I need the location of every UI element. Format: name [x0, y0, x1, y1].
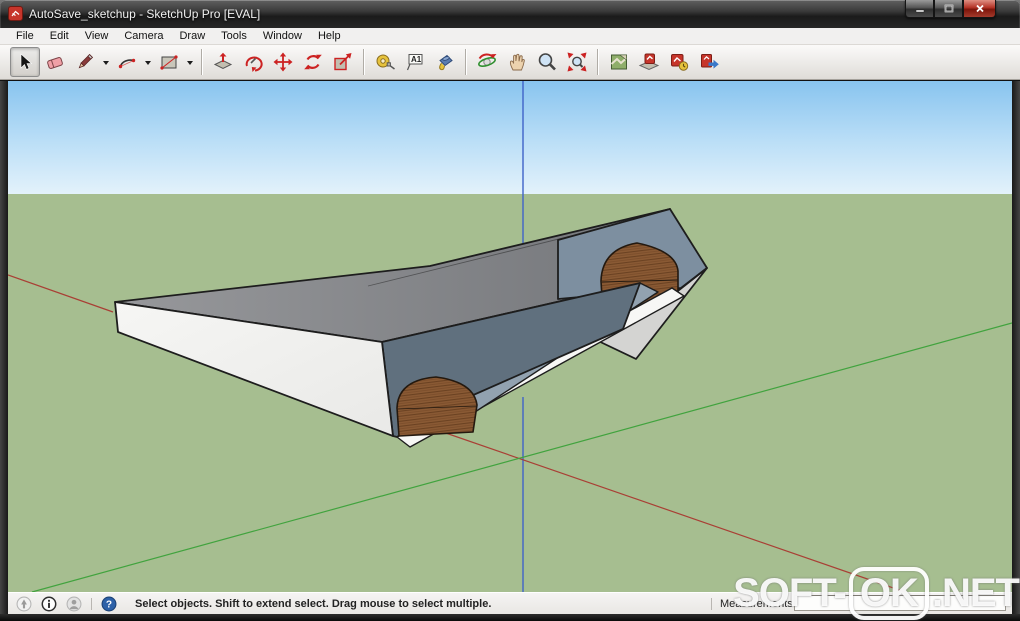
pencil-icon	[74, 51, 96, 73]
close-icon	[975, 4, 985, 13]
status-message: Select objects. Shift to extend select. …	[135, 598, 491, 610]
eraser-tool-button[interactable]	[40, 47, 70, 77]
share-model-icon	[698, 51, 720, 73]
geolocation-icon[interactable]	[16, 596, 32, 612]
status-icon-separator	[91, 598, 92, 610]
text-tool-glyph: A1	[411, 55, 422, 64]
minimize-button[interactable]	[905, 0, 934, 18]
maximize-icon	[944, 4, 954, 13]
get-current-view-button[interactable]	[604, 47, 634, 77]
follow-me-tool-button[interactable]	[238, 47, 268, 77]
scale-icon	[332, 51, 354, 73]
rotate-icon	[302, 51, 324, 73]
arc-icon	[116, 51, 138, 73]
menu-bar: File Edit View Camera Draw Tools Window …	[0, 28, 1020, 45]
menu-file[interactable]: File	[8, 30, 42, 42]
tape-measure-tool-button[interactable]	[370, 47, 400, 77]
title-bar[interactable]: AutoSave_sketchup - SketchUp Pro [EVAL]	[0, 0, 1020, 28]
select-cursor-icon	[14, 51, 36, 73]
rectangle-tool-button[interactable]	[154, 47, 184, 77]
minimize-icon	[915, 4, 925, 13]
window-frame-bottom	[0, 614, 1020, 621]
menu-help[interactable]: Help	[310, 30, 349, 42]
sketchup-logo-icon	[8, 6, 23, 21]
measurements-label: Measurements	[720, 598, 793, 610]
zoom-extents-tool-button[interactable]	[562, 47, 592, 77]
toggle-terrain-button[interactable]	[634, 47, 664, 77]
pan-tool-button[interactable]	[502, 47, 532, 77]
status-icons: ?	[8, 596, 117, 612]
help-icon[interactable]: ?	[101, 596, 117, 612]
credit-attribution-icon[interactable]	[66, 596, 82, 612]
zoom-extents-icon	[566, 51, 588, 73]
menu-window[interactable]: Window	[255, 30, 310, 42]
text-icon: A1	[404, 51, 426, 73]
status-bar: ? Select objects. Shift to extend select…	[8, 592, 1012, 614]
measurements-separator	[711, 598, 712, 610]
line-tool-dropdown[interactable]	[100, 47, 112, 77]
menu-edit[interactable]: Edit	[42, 30, 77, 42]
tape-measure-icon	[374, 51, 396, 73]
close-button[interactable]	[963, 0, 996, 18]
window-frame-left	[0, 81, 8, 614]
scale-tool-button[interactable]	[328, 47, 358, 77]
zoom-tool-button[interactable]	[532, 47, 562, 77]
paint-bucket-icon	[434, 51, 456, 73]
menu-draw[interactable]: Draw	[171, 30, 213, 42]
help-glyph: ?	[106, 599, 112, 610]
viewport-3d[interactable]	[8, 81, 1012, 592]
push-pull-tool-button[interactable]	[208, 47, 238, 77]
push-pull-icon	[212, 51, 234, 73]
window-controls	[905, 0, 996, 18]
arc-tool-dropdown[interactable]	[142, 47, 154, 77]
rotate-tool-button[interactable]	[298, 47, 328, 77]
menu-tools[interactable]: Tools	[213, 30, 255, 42]
arc-tool-button[interactable]	[112, 47, 142, 77]
eraser-icon	[44, 51, 66, 73]
toolbar-separator	[597, 49, 599, 75]
menu-camera[interactable]: Camera	[116, 30, 171, 42]
get-current-view-icon	[608, 51, 630, 73]
sketchup-window: AutoSave_sketchup - SketchUp Pro [EVAL] …	[0, 0, 1020, 621]
rectangle-tool-dropdown[interactable]	[184, 47, 196, 77]
select-tool-button[interactable]	[10, 47, 40, 77]
measurements-input[interactable]	[794, 595, 1006, 611]
orbit-tool-button[interactable]	[472, 47, 502, 77]
toolbar-separator	[363, 49, 365, 75]
move-tool-button[interactable]	[268, 47, 298, 77]
toolbar-separator	[201, 49, 203, 75]
toggle-terrain-icon	[638, 51, 660, 73]
text-tool-button[interactable]: A1	[400, 47, 430, 77]
paint-bucket-tool-button[interactable]	[430, 47, 460, 77]
photo-textures-icon	[668, 51, 690, 73]
window-frame-right	[1012, 81, 1020, 614]
orbit-icon	[476, 51, 498, 73]
rectangle-icon	[158, 51, 180, 73]
follow-me-icon	[242, 51, 264, 73]
pan-hand-icon	[506, 51, 528, 73]
line-tool-button[interactable]	[70, 47, 100, 77]
menu-view[interactable]: View	[77, 30, 117, 42]
window-title: AutoSave_sketchup - SketchUp Pro [EVAL]	[29, 7, 260, 21]
photo-textures-button[interactable]	[664, 47, 694, 77]
toolbar-separator	[465, 49, 467, 75]
share-model-button[interactable]	[694, 47, 724, 77]
toolbar: A1	[0, 45, 1020, 80]
sky	[8, 81, 1012, 194]
move-icon	[272, 51, 294, 73]
zoom-magnifier-icon	[536, 51, 558, 73]
maximize-button[interactable]	[934, 0, 963, 18]
model-info-icon[interactable]	[41, 596, 57, 612]
